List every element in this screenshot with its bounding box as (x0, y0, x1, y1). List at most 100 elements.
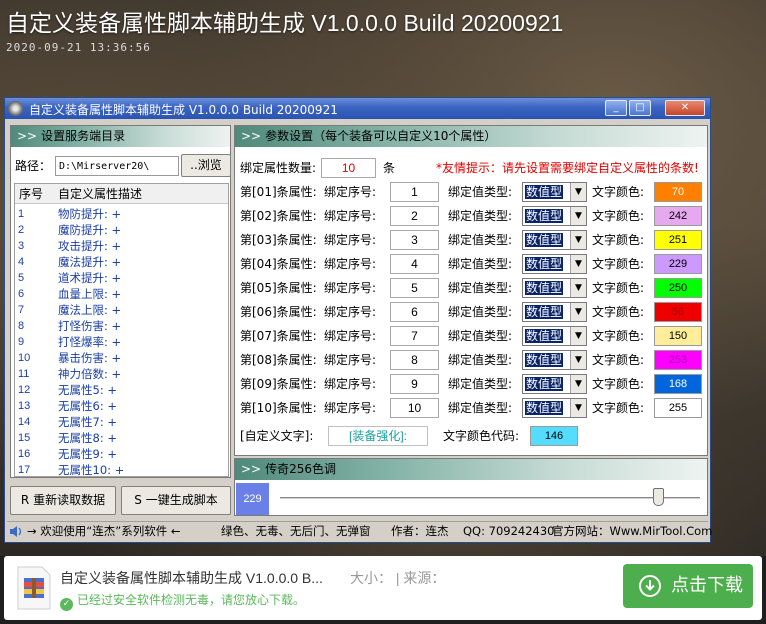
attribute-row[interactable]: 2 魔防提升: + (15, 222, 228, 238)
status-bar: → 欢迎使用“连杰”系列软件 ← 绿色、无毒、无后门、无弹窗 作者：连杰 QQ:… (7, 521, 712, 540)
chevron-down-icon[interactable]: ▼ (570, 303, 586, 321)
bind-type-label: 绑定值类型: (448, 329, 513, 343)
attribute-row[interactable]: 9 打怪爆率: + (15, 334, 228, 350)
bind-index-input[interactable]: 4 (390, 254, 439, 274)
attribute-row-num: 11 (18, 368, 30, 380)
attribute-row-num: 3 (18, 240, 25, 252)
chevron-down-icon[interactable]: ▼ (570, 279, 586, 297)
bind-index-input[interactable]: 2 (390, 206, 439, 226)
attribute-row[interactable]: 3 攻击提升: + (15, 238, 228, 254)
bind-type-select[interactable]: 数值型 ▼ (522, 302, 587, 322)
bind-index-input[interactable]: 3 (390, 230, 439, 250)
chevron-down-icon[interactable]: ▼ (570, 327, 586, 345)
bind-index-label: 绑定序号: (324, 401, 377, 415)
param-row: 第[08]条属性: 绑定序号: 8 绑定值类型: 数值型 ▼ 文字颜色: 253 (240, 350, 706, 370)
attribute-row[interactable]: 10 暴击伤害: + (15, 350, 228, 366)
attribute-table[interactable]: 序号 自定义属性描述 1 物防提升: + 2 魔防提升: + 3 攻击提升: + 4 魔法提升… (14, 183, 229, 477)
download-title[interactable]: 自定义装备属性脚本辅助生成 V1.0.0.0 B... (60, 568, 400, 588)
text-color-swatch[interactable]: 250 (654, 278, 702, 298)
bind-index-input[interactable]: 5 (390, 278, 439, 298)
chevron-down-icon[interactable]: ▼ (570, 351, 586, 369)
slider-thumb[interactable] (653, 488, 664, 506)
attribute-row-desc: 无属性6: + (58, 399, 117, 413)
color-slider-header: >> 传奇256色调 (235, 459, 707, 480)
reload-button[interactable]: R 重新读取数据 (10, 486, 116, 515)
bind-index-input[interactable]: 1 (390, 182, 439, 202)
chevron-down-icon[interactable]: ▼ (570, 375, 586, 393)
generate-button[interactable]: S 一键生成脚本 (121, 486, 231, 515)
attribute-rows: 1 物防提升: + 2 魔防提升: + 3 攻击提升: + 4 魔法提升: + 5 道术提升: +… (15, 206, 228, 478)
param-row: 第[04]条属性: 绑定序号: 4 绑定值类型: 数值型 ▼ 文字颜色: 229 (240, 254, 706, 274)
attribute-row[interactable]: 1 物防提升: + (15, 206, 228, 222)
param-row: 第[05]条属性: 绑定序号: 5 绑定值类型: 数值型 ▼ 文字颜色: 250 (240, 278, 706, 298)
bind-type-select[interactable]: 数值型 ▼ (522, 374, 587, 394)
page-date: 2020-09-21 13:36:56 (6, 41, 151, 54)
text-color-swatch[interactable]: 168 (654, 374, 702, 394)
bind-index-input[interactable]: 9 (390, 374, 439, 394)
count-input[interactable]: 10 (321, 158, 376, 178)
bind-type-select[interactable]: 数值型 ▼ (522, 278, 587, 298)
attribute-row[interactable]: 14 无属性7: + (15, 414, 228, 430)
minimize-button[interactable]: _ (605, 100, 627, 116)
bind-index-input[interactable]: 8 (390, 350, 439, 370)
text-color-swatch[interactable]: 255 (654, 398, 702, 418)
bind-type-value: 数值型 (525, 329, 564, 343)
chevron-down-icon[interactable]: ▼ (570, 399, 586, 417)
attribute-row-desc: 无属性8: + (58, 431, 117, 445)
chevron-down-icon[interactable]: ▼ (570, 255, 586, 273)
bind-index-label: 绑定序号: (324, 209, 377, 223)
attribute-row[interactable]: 6 血量上限: + (15, 286, 228, 302)
bind-index-input[interactable]: 7 (390, 326, 439, 346)
bind-index-label: 绑定序号: (324, 281, 377, 295)
bind-index-input[interactable]: 10 (390, 398, 439, 418)
bind-type-label: 绑定值类型: (448, 209, 513, 223)
text-color-swatch[interactable]: 150 (654, 326, 702, 346)
bind-type-select[interactable]: 数值型 ▼ (522, 230, 587, 250)
bind-type-select[interactable]: 数值型 ▼ (522, 206, 587, 226)
attribute-row[interactable]: 8 打怪伤害: + (15, 318, 228, 334)
custom-text-input[interactable]: [装备强化]: (328, 426, 428, 446)
chevron-down-icon[interactable]: ▼ (570, 207, 586, 225)
browse-button[interactable]: ..浏览 (181, 154, 231, 177)
path-input[interactable]: D:\Mirserver20\ (55, 156, 179, 176)
maximize-button[interactable]: □ (629, 100, 651, 116)
chevron-down-icon[interactable]: ▼ (570, 183, 586, 201)
window-titlebar[interactable]: 自定义装备属性脚本辅助生成 V1.0.0.0 Build 20200921 _ … (5, 98, 710, 119)
bind-type-label: 绑定值类型: (448, 353, 513, 367)
attribute-row[interactable]: 4 魔法提升: + (15, 254, 228, 270)
close-button[interactable]: ✕ (665, 100, 705, 116)
text-color-swatch[interactable]: 251 (654, 230, 702, 250)
text-color-label: 文字颜色: (592, 185, 645, 199)
attribute-row[interactable]: 7 魔法上限: + (15, 302, 228, 318)
attribute-row-desc: 无属性9: + (58, 447, 117, 461)
bind-type-select[interactable]: 数值型 ▼ (522, 182, 587, 202)
text-color-swatch[interactable]: 253 (654, 350, 702, 370)
text-color-swatch[interactable]: 229 (654, 254, 702, 274)
text-color-swatch[interactable]: 242 (654, 206, 702, 226)
attribute-row[interactable]: 11 神力倍数: + (15, 366, 228, 382)
status-site[interactable]: 官方网站：Www.MirTool.Com (552, 522, 712, 541)
attribute-row[interactable]: 12 无属性5: + (15, 382, 228, 398)
download-button[interactable]: 点击下载 (623, 564, 753, 608)
attribute-row[interactable]: 16 无属性9: + (15, 446, 228, 462)
attribute-row[interactable]: 17 无属性10: + (15, 462, 228, 478)
slider-track[interactable] (280, 497, 700, 500)
text-color-label: 文字颜色: (592, 401, 645, 415)
attribute-row[interactable]: 13 无属性6: + (15, 398, 228, 414)
color-code-label: 文字颜色代码: (443, 429, 520, 443)
bind-index-input[interactable]: 6 (390, 302, 439, 322)
bind-type-select[interactable]: 数值型 ▼ (522, 326, 587, 346)
attribute-row[interactable]: 15 无属性8: + (15, 430, 228, 446)
hint-text: *友情提示：请先设置需要绑定自定义属性的条数! (436, 161, 699, 175)
server-dir-panel: >> 设置服务端目录 路径： D:\Mirserver20\ ..浏览 序号 自定… (10, 125, 231, 478)
color-code-input[interactable]: 146 (530, 426, 578, 446)
text-color-swatch[interactable]: 70 (654, 182, 702, 202)
bind-type-select[interactable]: 数值型 ▼ (522, 254, 587, 274)
chevron-down-icon[interactable]: ▼ (570, 231, 586, 249)
bind-type-select[interactable]: 数值型 ▼ (522, 398, 587, 418)
attribute-row-desc: 暴击伤害: + (58, 351, 122, 365)
attribute-row[interactable]: 5 道术提升: + (15, 270, 228, 286)
col-num-header: 序号 (19, 187, 44, 201)
bind-type-select[interactable]: 数值型 ▼ (522, 350, 587, 370)
text-color-swatch[interactable]: 56 (654, 302, 702, 322)
